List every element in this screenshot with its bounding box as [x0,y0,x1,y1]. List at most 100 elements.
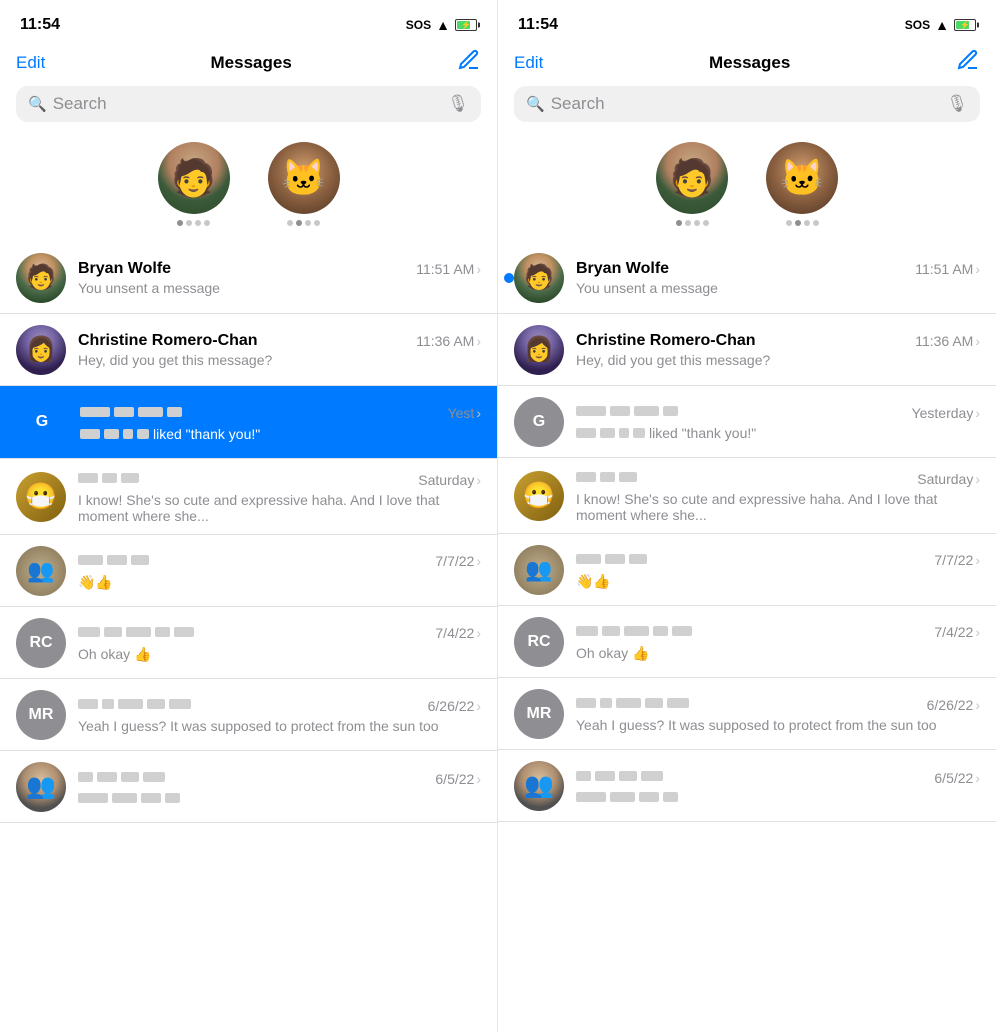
conversation-header: Yest › [80,403,481,424]
redacted-bar [610,792,635,802]
conversation-row[interactable]: MR 6/26/22 ›Yeah I guess? It was supposed… [498,678,996,750]
redacted-bar [629,554,647,564]
redacted-bar [600,472,615,482]
search-icon: 🔍 [526,95,545,113]
search-bar[interactable]: 🔍 Search 🎙 [16,86,481,122]
conversation-header: 6/5/22 › [78,768,481,789]
conversation-header: Yesterday › [576,402,980,423]
mic-icon[interactable]: 🎙 [447,94,469,114]
time-label: Saturday [917,471,973,487]
redacted-bar [634,406,659,416]
conversation-avatar: 😷 [16,472,66,522]
conversation-row[interactable]: GYesterday ›liked "thank you!" [498,386,996,458]
conversation-time: 7/4/22 › [934,624,980,640]
conversation-avatar: 🧑 [16,253,66,303]
search-bar[interactable]: 🔍 Search 🎙 [514,86,980,122]
dot-indicator [703,220,709,226]
conversation-row[interactable]: RC7/4/22 ›Oh okay 👍 [0,607,497,679]
redacted-bar [600,428,615,438]
conversation-row[interactable]: 👩Christine Romero-Chan11:36 AM ›Hey, did… [0,314,497,386]
pinned-contact-1[interactable]: 🧑 [647,142,737,226]
conversation-row[interactable]: 🧑Bryan Wolfe11:51 AM ›You unsent a messa… [498,242,996,314]
redacted-bar [633,428,645,438]
conversation-row[interactable]: 👥6/5/22 › [0,751,497,823]
conversation-row[interactable]: 😷Saturday ›I know! She's so cute and exp… [0,459,497,535]
dot-indicator [195,220,201,226]
dot-indicator [804,220,810,226]
conversation-content: 6/26/22 ›Yeah I guess? It was supposed t… [576,694,980,733]
conversation-avatar: G [514,397,564,447]
redacted-bar [78,473,98,483]
time-label: 6/26/22 [927,697,974,713]
conversation-header: 7/7/22 › [576,550,980,571]
conversation-time: 11:51 AM › [416,261,481,277]
chevron-right-icon: › [476,261,481,277]
status-time: 11:54 [518,16,558,34]
panel-right: 11:54 SOS ▲ ⚡ Edit Messages 🔍 Search 🎙 🧑… [498,0,996,1032]
conversation-row[interactable]: RC7/4/22 ›Oh okay 👍 [498,606,996,678]
conversation-row[interactable]: 👩Christine Romero-Chan11:36 AM ›Hey, did… [498,314,996,386]
redacted-bar [114,407,134,417]
redacted-bar [121,473,139,483]
message-preview: Hey, did you get this message? [78,352,481,368]
conversation-time: Saturday › [418,472,481,488]
contact-name: Bryan Wolfe [576,260,669,278]
redacted-bar [138,407,163,417]
conversation-row[interactable]: G Yest › liked "thank you!" [0,386,497,459]
pinned-contact-1[interactable]: 🧑 [149,142,239,226]
message-preview: liked "thank you!" [80,426,481,442]
contact-name-redacted [78,623,194,641]
edit-button[interactable]: Edit [514,53,543,73]
dot-indicator [305,220,311,226]
dot-indicator [694,220,700,226]
conversation-header: Christine Romero-Chan11:36 AM › [576,332,980,350]
conversation-avatar: MR [514,689,564,739]
conversation-content: 6/26/22 ›Yeah I guess? It was supposed t… [78,695,481,734]
redacted-bar [78,555,103,565]
redacted-bar [619,428,629,438]
message-preview: Hey, did you get this message? [576,352,980,368]
conversation-row[interactable]: 😷Saturday ›I know! She's so cute and exp… [498,458,996,534]
redacted-bar [78,627,100,637]
pinned-contact-2[interactable]: 🐱 [259,142,349,226]
conversation-row[interactable]: 👥6/5/22 › [498,750,996,822]
compose-button[interactable] [956,48,980,78]
compose-button[interactable] [457,48,481,78]
status-bar: 11:54 SOS ▲ ⚡ [498,0,996,44]
redacted-bar [107,555,127,565]
status-icons: SOS ▲ ⚡ [406,17,477,33]
redacted-bar [576,698,596,708]
preview-with-redacted: liked "thank you!" [80,426,481,442]
conversation-row[interactable]: 👥7/7/22 ›👋👍 [498,534,996,606]
chevron-right-icon: › [476,405,481,421]
redacted-bar [102,699,114,709]
redacted-bar [104,627,122,637]
conversation-content: Bryan Wolfe11:51 AM ›You unsent a messag… [576,260,980,296]
mic-icon[interactable]: 🎙 [946,94,968,114]
search-placeholder: Search [551,94,941,114]
conversation-header: 7/4/22 › [78,623,481,644]
conversation-content: 7/4/22 ›Oh okay 👍 [576,622,980,662]
contact-name-redacted [576,767,663,785]
edit-button[interactable]: Edit [16,53,45,73]
chevron-right-icon: › [975,770,980,786]
conversation-time: Yesterday › [912,405,980,421]
pinned-contact-2[interactable]: 🐱 [757,142,847,226]
chevron-right-icon: › [476,553,481,569]
dot-indicator [685,220,691,226]
redacted-bar [147,699,165,709]
redacted-bar [80,407,110,417]
time-label: 11:36 AM [915,333,973,349]
conversation-row[interactable]: 👥7/7/22 ›👋👍 [0,535,497,607]
search-placeholder: Search [53,94,442,114]
redacted-bar [165,793,180,803]
conversation-time: 6/5/22 › [435,771,481,787]
message-preview: 👋👍 [576,573,980,590]
redacted-bar [605,554,625,564]
conversation-time: Yest › [448,405,481,421]
dot-indicator [676,220,682,226]
chevron-right-icon: › [975,405,980,421]
conversation-row[interactable]: 🧑Bryan Wolfe11:51 AM ›You unsent a messa… [0,242,497,314]
conversation-row[interactable]: MR6/26/22 ›Yeah I guess? It was supposed… [0,679,497,751]
conversation-avatar: G [16,396,68,448]
